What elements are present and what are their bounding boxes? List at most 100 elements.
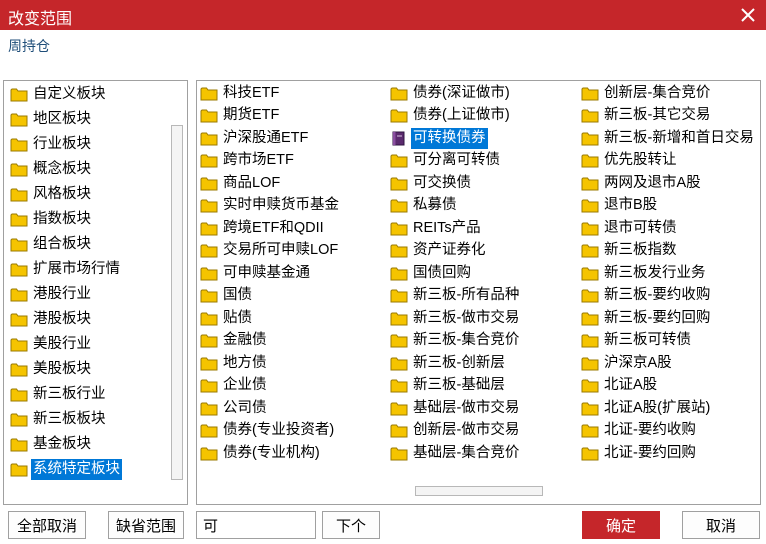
list-item[interactable]: 实时申赎货币基金 xyxy=(200,195,341,217)
list-item[interactable]: 私募债 xyxy=(390,195,459,217)
list-item[interactable]: 新三板-基础层 xyxy=(390,375,507,397)
list-item[interactable]: 新三板-新增和首日交易 xyxy=(581,127,756,149)
list-item[interactable]: 债券(上证做市) xyxy=(390,105,512,127)
list-item[interactable]: 退市可转债 xyxy=(581,217,679,239)
list-item[interactable]: 北证-要约回购 xyxy=(581,442,698,464)
folder-icon xyxy=(200,378,218,393)
list-item[interactable]: 自定义板块 xyxy=(10,83,108,105)
title-bar: 改变范围 xyxy=(0,0,766,30)
list-item[interactable]: 新三板发行业务 xyxy=(581,262,708,284)
list-item[interactable]: 沪深京A股 xyxy=(581,352,674,374)
list-item[interactable]: 公司债 xyxy=(200,397,269,419)
close-icon[interactable] xyxy=(738,5,758,25)
list-item[interactable]: 债券(深证做市) xyxy=(390,82,512,104)
folder-icon xyxy=(200,333,218,348)
list-item[interactable]: 新三板-要约回购 xyxy=(581,307,712,329)
list-item[interactable]: 新三板-要约收购 xyxy=(581,285,712,307)
folder-icon xyxy=(10,362,28,377)
search-input[interactable] xyxy=(196,511,316,539)
list-item[interactable]: 贴债 xyxy=(200,307,254,329)
list-item[interactable]: 交易所可申赎LOF xyxy=(200,240,340,262)
list-item[interactable]: 北证-要约收购 xyxy=(581,420,698,442)
list-item[interactable]: 债券(专业投资者) xyxy=(200,420,336,442)
list-item[interactable]: 港股板块 xyxy=(10,308,93,330)
list-item[interactable]: 金融债 xyxy=(200,330,269,352)
folder-icon xyxy=(390,266,408,281)
folder-icon xyxy=(581,108,599,123)
list-item[interactable]: 可转换债券 xyxy=(390,127,488,149)
list-item-label: 跨市场ETF xyxy=(223,152,294,168)
list-item[interactable]: 地区板块 xyxy=(10,108,93,130)
list-item[interactable]: 创新层-集合竞价 xyxy=(581,82,712,104)
folder-icon xyxy=(390,378,408,393)
folder-icon xyxy=(581,243,599,258)
block-list[interactable]: 科技ETF 期货ETF 沪深股通ETF 跨市场ETF 商品LOF 实时申赎货币基金跨境ET… xyxy=(196,80,761,505)
folder-icon xyxy=(581,333,599,348)
cancel-button[interactable]: 取消 xyxy=(682,511,760,539)
folder-icon xyxy=(200,176,218,191)
list-item[interactable]: 创新层-做市交易 xyxy=(390,420,521,442)
list-item[interactable]: 企业债 xyxy=(200,375,269,397)
list-item[interactable]: 可申赎基金通 xyxy=(200,262,312,284)
list-item[interactable]: 债券(专业机构) xyxy=(200,442,322,464)
list-item[interactable]: 跨市场ETF xyxy=(200,150,296,172)
default-range-button[interactable]: 缺省范围 xyxy=(108,511,184,539)
list-item[interactable]: 新三板板块 xyxy=(10,408,108,430)
list-item[interactable]: 资产证券化 xyxy=(390,240,488,262)
horizontal-scrollbar[interactable] xyxy=(415,486,543,496)
list-item[interactable]: 新三板可转债 xyxy=(581,330,693,352)
list-item[interactable]: 新三板-创新层 xyxy=(390,352,507,374)
list-item[interactable]: 基金板块 xyxy=(10,433,93,455)
list-item-label: 新三板-新增和首日交易 xyxy=(604,129,754,146)
list-item-label: 可转换债券 xyxy=(411,127,488,149)
next-button[interactable]: 下个 xyxy=(322,511,380,539)
list-item[interactable]: 港股行业 xyxy=(10,283,93,305)
clear-all-button[interactable]: 全部取消 xyxy=(8,511,86,539)
list-item-label: 北证-要约回购 xyxy=(604,444,696,461)
list-item[interactable]: 跨境ETF和QDII xyxy=(200,217,326,239)
list-item-label: 跨境ETF和QDII xyxy=(223,219,324,236)
list-item[interactable]: 沪深股通ETF xyxy=(200,127,310,149)
list-item[interactable]: 北证A股 xyxy=(581,375,659,397)
list-item-label: 新三板指数 xyxy=(604,242,677,258)
list-item[interactable]: 地方债 xyxy=(200,352,269,374)
list-item[interactable]: 可交换债 xyxy=(390,172,473,194)
list-item[interactable]: 期货ETF xyxy=(200,105,281,127)
list-item[interactable]: 商品LOF xyxy=(200,172,282,194)
list-item[interactable]: 系统特定板块 xyxy=(10,458,122,480)
list-item[interactable]: 两网及退市A股 xyxy=(581,172,703,194)
list-item[interactable]: 北证A股(扩展站) xyxy=(581,397,712,419)
list-item[interactable]: 基础层-集合竞价 xyxy=(390,442,521,464)
list-item[interactable]: 可分离可转债 xyxy=(390,150,502,172)
folder-icon xyxy=(390,288,408,303)
category-list[interactable]: 自定义板块地区板块行业板块概念板块风格板块指数板块组合板块扩展市场行情 港股行业港… xyxy=(3,80,188,505)
folder-icon xyxy=(10,412,28,427)
list-item[interactable]: 新三板-所有品种 xyxy=(390,285,521,307)
list-item[interactable]: 组合板块 xyxy=(10,233,93,255)
folder-icon xyxy=(10,237,28,252)
list-item[interactable]: 风格板块 xyxy=(10,183,93,205)
list-item[interactable]: 新三板行业 xyxy=(10,383,108,405)
list-item[interactable]: 优先股转让 xyxy=(581,150,679,172)
list-item[interactable]: 概念板块 xyxy=(10,158,93,180)
list-item[interactable]: 行业板块 xyxy=(10,133,93,155)
list-item[interactable]: 美股板块 xyxy=(10,358,93,380)
list-item[interactable]: 指数板块 xyxy=(10,208,93,230)
folder-icon xyxy=(390,311,408,326)
list-item[interactable]: 新三板指数 xyxy=(581,240,679,262)
list-item[interactable]: 美股行业 xyxy=(10,333,93,355)
folder-icon xyxy=(390,423,408,438)
list-item[interactable]: 基础层-做市交易 xyxy=(390,397,521,419)
folder-icon xyxy=(200,423,218,438)
list-item[interactable]: 科技ETF xyxy=(200,82,281,104)
list-item[interactable]: 国债 xyxy=(200,285,254,307)
vertical-scrollbar[interactable] xyxy=(171,125,183,480)
list-item[interactable]: 新三板-做市交易 xyxy=(390,307,521,329)
list-item[interactable]: REITs产品 xyxy=(390,217,483,239)
list-item[interactable]: 退市B股 xyxy=(581,195,659,217)
list-item[interactable]: 新三板-集合竞价 xyxy=(390,330,521,352)
list-item[interactable]: 新三板-其它交易 xyxy=(581,105,712,127)
confirm-button[interactable]: 确定 xyxy=(582,511,660,539)
list-item[interactable]: 国债回购 xyxy=(390,262,473,284)
list-item[interactable]: 扩展市场行情 xyxy=(10,258,122,280)
